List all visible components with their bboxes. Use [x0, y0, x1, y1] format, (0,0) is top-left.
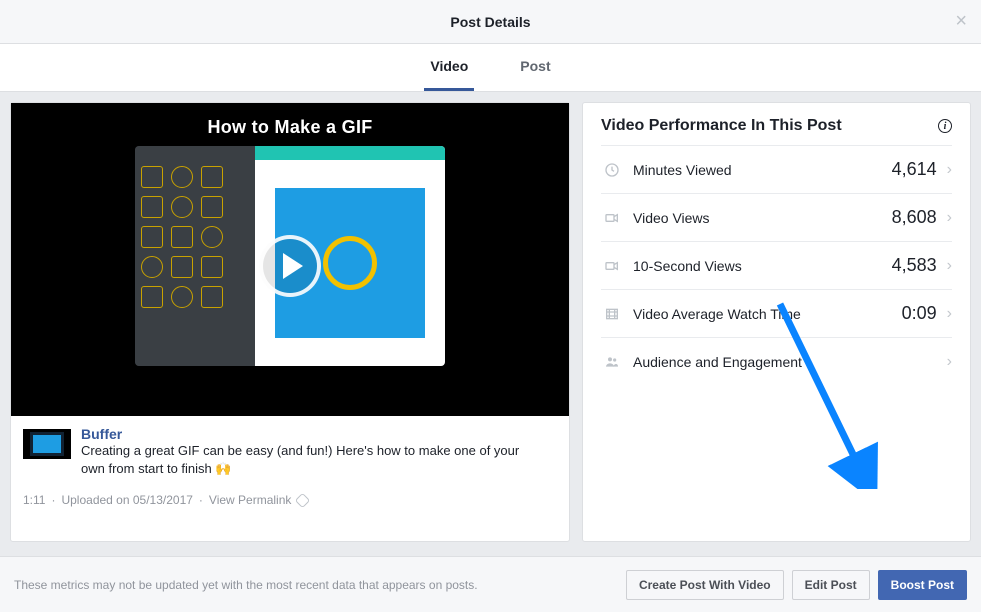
footer-note: These metrics may not be updated yet wit… [14, 578, 478, 592]
metric-label: Video Average Watch Time [633, 306, 902, 322]
metric-row-ten-second-views[interactable]: 10-Second Views 4,583 › [601, 241, 952, 289]
permalink-icon [295, 492, 311, 508]
post-description: Creating a great GIF can be easy (and fu… [81, 442, 541, 477]
video-camera-icon [601, 258, 623, 274]
metric-value: 8,608 [892, 207, 937, 228]
video-card: How to Make a GIF [10, 102, 570, 542]
filmstrip-icon [601, 306, 623, 322]
upload-date: Uploaded on 05/13/2017 [61, 493, 192, 507]
chevron-right-icon: › [947, 353, 952, 371]
view-permalink-link[interactable]: View Permalink [209, 493, 291, 507]
performance-title: Video Performance In This Post [601, 117, 842, 135]
post-info: Buffer Creating a great GIF can be easy … [11, 416, 569, 519]
play-icon [283, 253, 303, 279]
metric-value: 0:09 [902, 303, 937, 324]
edit-post-button[interactable]: Edit Post [792, 570, 870, 600]
metric-value: 4,614 [892, 159, 937, 180]
metric-label: 10-Second Views [633, 258, 892, 274]
performance-card: Video Performance In This Post i Minutes… [582, 102, 971, 542]
chevron-right-icon: › [947, 161, 952, 179]
chevron-right-icon: › [947, 257, 952, 275]
metric-label: Audience and Engagement [633, 354, 937, 370]
info-icon[interactable]: i [938, 119, 952, 133]
content-area: How to Make a GIF [0, 92, 981, 546]
metric-row-average-watch-time[interactable]: Video Average Watch Time 0:09 › [601, 289, 952, 337]
post-thumbnail [23, 429, 71, 459]
metric-row-video-views[interactable]: Video Views 8,608 › [601, 193, 952, 241]
tab-video[interactable]: Video [424, 44, 474, 91]
modal-title: Post Details [450, 14, 530, 30]
video-duration: 1:11 [23, 493, 45, 507]
people-icon [601, 354, 623, 370]
tab-bar: Video Post [0, 44, 981, 92]
metric-label: Minutes Viewed [633, 162, 892, 178]
video-overlay-title: How to Make a GIF [207, 117, 372, 138]
post-author[interactable]: Buffer [81, 426, 541, 442]
video-player[interactable]: How to Make a GIF [11, 103, 569, 416]
create-post-with-video-button[interactable]: Create Post With Video [626, 570, 784, 600]
metric-row-audience-engagement[interactable]: Audience and Engagement › [601, 337, 952, 385]
boost-post-button[interactable]: Boost Post [878, 570, 967, 600]
metric-value: 4,583 [892, 255, 937, 276]
lightbulb-icon [323, 236, 377, 290]
chevron-right-icon: › [947, 305, 952, 323]
clock-icon [601, 162, 623, 178]
modal-footer: These metrics may not be updated yet wit… [0, 556, 981, 612]
close-icon[interactable]: × [955, 10, 967, 33]
modal-titlebar: Post Details × [0, 0, 981, 44]
post-meta: 1:11 · Uploaded on 05/13/2017 · View Per… [23, 493, 557, 507]
chevron-right-icon: › [947, 209, 952, 227]
metric-row-minutes-viewed[interactable]: Minutes Viewed 4,614 › [601, 145, 952, 193]
tab-post[interactable]: Post [514, 44, 556, 91]
video-camera-icon [601, 210, 623, 226]
video-frame-sidebar [135, 146, 255, 366]
metric-label: Video Views [633, 210, 892, 226]
play-button[interactable] [259, 235, 321, 297]
